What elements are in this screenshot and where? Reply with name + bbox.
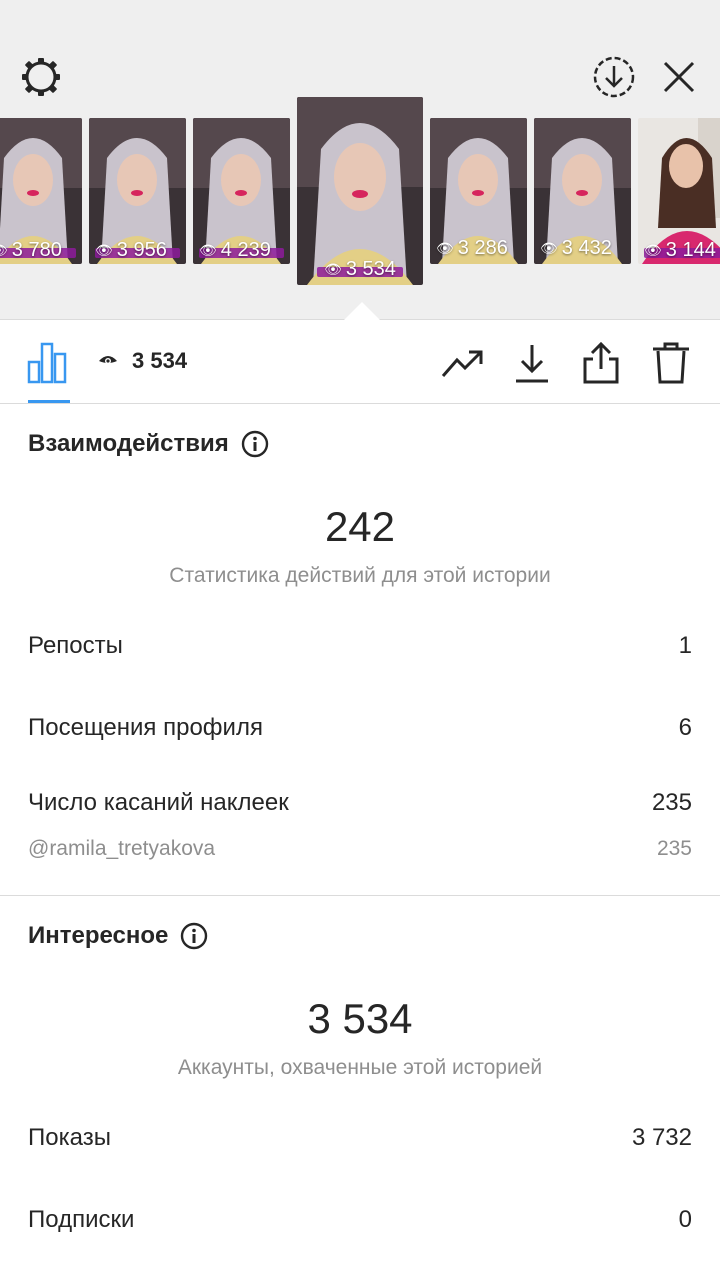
- section-title-text: Интересное: [28, 922, 169, 949]
- stat-label: Число касаний наклеек: [28, 789, 289, 816]
- story-views: 3 780: [11, 239, 62, 261]
- tab-active-indicator: [28, 400, 70, 403]
- story-views: 3 144: [665, 239, 716, 261]
- eye-icon: 👁: [95, 242, 113, 258]
- eye-icon: 👁: [644, 242, 662, 258]
- share-icon[interactable]: [578, 340, 624, 386]
- views-value: 3 534: [132, 348, 188, 373]
- section-title-text: Взаимодействия: [28, 430, 229, 457]
- stat-label: Репосты: [28, 632, 123, 659]
- eye-icon: 👁: [199, 242, 217, 258]
- stats-toolbar: 3 534: [0, 320, 720, 404]
- eye-icon: 👁: [324, 261, 342, 277]
- story-thumbnail[interactable]: 👁 4 239: [193, 118, 290, 264]
- story-views: 3 432: [561, 237, 612, 259]
- discovery-total: 3 534: [307, 995, 413, 1042]
- story-views: 3 534: [345, 258, 396, 280]
- story-views: 4 239: [220, 239, 271, 261]
- sticker-value: 235: [656, 837, 692, 860]
- stat-row: Посещения профиля 6: [28, 714, 692, 742]
- eye-icon: 👁: [540, 240, 558, 256]
- trash-icon[interactable]: [648, 340, 694, 386]
- section-divider: [0, 895, 720, 896]
- story-thumbnail[interactable]: 👁 3 144: [638, 118, 720, 264]
- interactions-subtitle: Статистика действий для этой истории: [169, 564, 551, 587]
- stat-value: 1: [678, 632, 692, 659]
- selection-pointer: [344, 302, 380, 320]
- stat-label: Подписки: [28, 1206, 135, 1233]
- eye-icon: 👁: [0, 242, 8, 259]
- interactions-total: 242: [324, 503, 396, 550]
- download-icon[interactable]: [509, 340, 555, 386]
- settings-icon[interactable]: [18, 54, 64, 100]
- story-views: 3 286: [457, 237, 508, 259]
- stat-value: 0: [678, 1206, 692, 1233]
- info-icon[interactable]: [241, 430, 269, 458]
- sticker-label: @ramila_tretyakova: [28, 837, 216, 860]
- discovery-subtitle: Аккаунты, охваченные этой историей: [177, 1056, 543, 1079]
- story-photo: [297, 97, 423, 285]
- stat-row: Показы 3 732: [28, 1124, 692, 1152]
- eye-icon: [99, 356, 117, 364]
- story-thumbnail[interactable]: 👁 3 286: [430, 118, 527, 264]
- stat-value: 3 732: [631, 1124, 692, 1151]
- eye-icon: 👁: [436, 240, 454, 256]
- stat-label: Посещения профиля: [28, 714, 263, 741]
- story-thumbnail[interactable]: 👁3 780: [0, 118, 82, 264]
- stat-label: Показы: [28, 1124, 111, 1151]
- stat-row: Число касаний наклеек 235: [28, 789, 692, 817]
- story-thumbnail-selected[interactable]: 👁 3 534: [297, 97, 423, 285]
- section-title-interactions: Взаимодействия: [28, 430, 269, 458]
- download-circle-icon[interactable]: [590, 53, 638, 101]
- bar-chart-icon[interactable]: [26, 340, 70, 384]
- story-thumbnail[interactable]: 👁 3 956: [89, 118, 186, 264]
- section-title-discovery: Интересное: [28, 922, 208, 950]
- stat-value: 6: [678, 714, 692, 741]
- story-views: 3 956: [116, 239, 167, 261]
- story-strip: 👁3 780 👁3 956 👁4 239: [0, 0, 720, 320]
- stat-row: Подписки 0: [28, 1206, 692, 1234]
- info-icon[interactable]: [180, 922, 208, 950]
- views-count: 3 534: [98, 348, 187, 374]
- stat-value: 235: [651, 789, 692, 816]
- stat-row: Репосты 1: [28, 632, 692, 660]
- close-icon[interactable]: [656, 54, 702, 100]
- story-thumbnail[interactable]: 👁 3 432: [534, 118, 631, 264]
- trend-icon[interactable]: [440, 340, 486, 386]
- sticker-row: @ramila_tretyakova 235: [28, 837, 692, 861]
